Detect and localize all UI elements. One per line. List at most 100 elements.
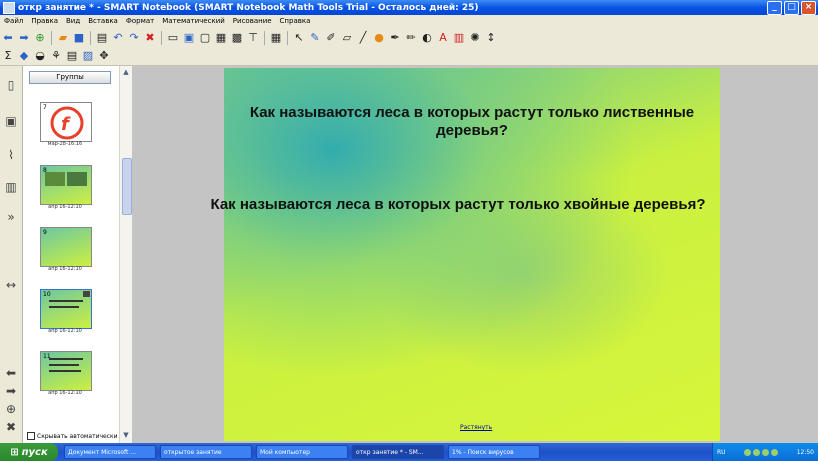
taskbar-item-label: открытое занятие [164,448,222,456]
line-icon[interactable]: ╱ [356,31,370,45]
expand-link[interactable]: Растянуть [460,424,492,431]
geometry-icon[interactable]: ◆ [17,49,31,63]
toolbar-move-icon[interactable]: ↕ [484,31,498,45]
display-icon[interactable]: ▢ [198,31,212,45]
pen-icon[interactable]: ✎ [308,31,322,45]
menu-format[interactable]: Формат [122,17,158,25]
question-deciduous[interactable]: Как называются леса в которых растут тол… [224,104,720,140]
compass-icon[interactable]: ⚘ [49,49,63,63]
delete-page-side-icon[interactable]: ✖ [3,420,19,438]
tray-icon[interactable] [762,448,770,456]
tray-icon[interactable] [753,448,761,456]
page-thumbnail[interactable]: 9 [40,227,92,267]
scroll-up-icon[interactable]: ▲ [121,68,131,78]
menu-file[interactable]: Файл [0,17,27,25]
sorter-scrollbar[interactable]: ▲ ▼ [119,66,132,443]
magic-pen-icon[interactable]: ✒ [388,31,402,45]
thumbnail-number: 9 [43,229,47,236]
menu-edit[interactable]: Правка [27,17,62,25]
add-page-icon[interactable]: ⊕ [33,31,47,45]
select-arrow-icon[interactable]: ↖ [292,31,306,45]
shapes-icon[interactable]: ● [372,31,386,45]
page-sorter-tab-icon[interactable]: ▯ [3,78,19,96]
autohide-option[interactable]: Скрывать автоматически [27,432,118,440]
sum-icon[interactable]: Σ [1,49,15,63]
screen-capture-icon[interactable]: ▦ [214,31,228,45]
properties-icon[interactable]: ▥ [452,31,466,45]
page-thumbnail-selected[interactable]: 10 [40,289,92,329]
sidebar-collapse-icon[interactable]: » [3,210,19,228]
taskbar-item-notebook[interactable]: откр занятие * - SM... [352,445,444,459]
full-screen-icon[interactable]: ▣ [182,31,196,45]
taskbar-item-antivirus[interactable]: 1% - Поиск вирусов [448,445,540,459]
window-titlebar[interactable]: откр занятие * - SMART Notebook (SMART N… [0,0,818,15]
taskbar-item-label: откр занятие * - SM... [356,448,424,456]
tray-icon[interactable] [744,448,752,456]
save-icon[interactable]: ■ [72,31,86,45]
menu-draw[interactable]: Рисование [229,17,276,25]
math-table-icon[interactable]: ▤ [65,49,79,63]
delete-icon[interactable]: ✖ [143,31,157,45]
screen-shade-icon[interactable]: ▭ [166,31,180,45]
scrollbar-thumb[interactable] [122,158,132,215]
back-arrow-icon[interactable]: ⬅ [1,31,15,45]
menu-math[interactable]: Математический [158,17,229,25]
table-icon[interactable]: ▦ [269,31,283,45]
math-tools-icon[interactable]: ✥ [97,49,111,63]
minimize-button[interactable]: _ [767,1,782,15]
groups-button[interactable]: Группы [29,71,111,84]
document-camera-icon[interactable]: ▩ [230,31,244,45]
page-thumbnail[interactable]: 11 [40,351,92,391]
menu-insert[interactable]: Вставка [84,17,122,25]
maximize-button[interactable]: □ [784,1,799,15]
taskbar-item-folder[interactable]: открытое занятие [160,445,252,459]
notebook-page[interactable]: Как называются леса в которых растут тол… [211,68,720,441]
text-line [49,364,79,366]
thumbnail-caption: апр 16-12:10 [48,390,82,396]
taskbar-item-label: Документ Microsoft ... [68,448,137,456]
forward-arrow-icon[interactable]: ➡ [17,31,31,45]
add-page-side-icon[interactable]: ⊕ [3,402,19,420]
undo-icon[interactable]: ↶ [111,31,125,45]
scroll-down-icon[interactable]: ▼ [121,431,131,441]
eraser-icon[interactable]: ▱ [340,31,354,45]
start-button[interactable]: ⊞ пуск [0,443,58,461]
taskbar-item-my-computer[interactable]: Мой компьютер [256,445,348,459]
properties-tab-icon[interactable]: ▥ [3,180,19,198]
thumbnail-caption: апр 16-12:10 [48,328,82,334]
shape-recognition-pen-icon[interactable]: ✏ [404,31,418,45]
thumbnail-caption: апр 16-12:10 [48,266,82,272]
autohide-checkbox[interactable] [27,432,35,440]
resize-arrows-icon[interactable]: ↔ [3,278,19,296]
protractor-icon[interactable]: ◒ [33,49,47,63]
creative-pen-icon[interactable]: ✐ [324,31,338,45]
text-icon[interactable]: A [436,31,450,45]
fill-icon[interactable]: ◐ [420,31,434,45]
page-thumbnail[interactable]: 7 f [40,102,92,142]
language-indicator[interactable]: RU [717,449,726,456]
toolbar-separator [161,30,162,45]
close-button[interactable]: × [801,1,816,15]
thumbnail-number: 10 [43,291,51,298]
paste-icon[interactable]: ▤ [95,31,109,45]
menu-help[interactable]: Справка [276,17,315,25]
next-page-icon[interactable]: ➡ [3,384,19,402]
toolbar-separator [287,30,288,45]
handwriting-icon[interactable]: ✺ [468,31,482,45]
attachments-tab-icon[interactable]: ⌇ [3,148,19,166]
windows-logo-icon: ⊞ [10,446,19,458]
taskbar-item-word[interactable]: Документ Microsoft ... [64,445,156,459]
side-tabs: ▯ ▣ ⌇ ▥ » ↔ ⬅ ➡ ⊕ ✖ [0,66,23,443]
main-toolbar: ⬅ ➡ ⊕ ▰ ■ ▤ ↶ ↷ ✖ ▭ ▣ ▢ ▦ ▩ ⊤ ▦ ↖ ✎ ✐ ▱ … [0,29,818,46]
open-folder-icon[interactable]: ▰ [56,31,70,45]
graph-icon[interactable]: ▨ [81,49,95,63]
tray-icon[interactable] [771,448,779,456]
redo-icon[interactable]: ↷ [127,31,141,45]
page-thumbnail[interactable]: 8 [40,165,92,205]
prev-page-icon[interactable]: ⬅ [3,366,19,384]
transparent-background-icon[interactable]: ⊤ [246,31,260,45]
question-coniferous[interactable]: Как называются леса в которых растут тол… [210,196,706,214]
menu-view[interactable]: Вид [62,17,84,25]
gallery-tab-icon[interactable]: ▣ [3,114,19,132]
thumbnail-menu-icon[interactable] [83,291,90,297]
